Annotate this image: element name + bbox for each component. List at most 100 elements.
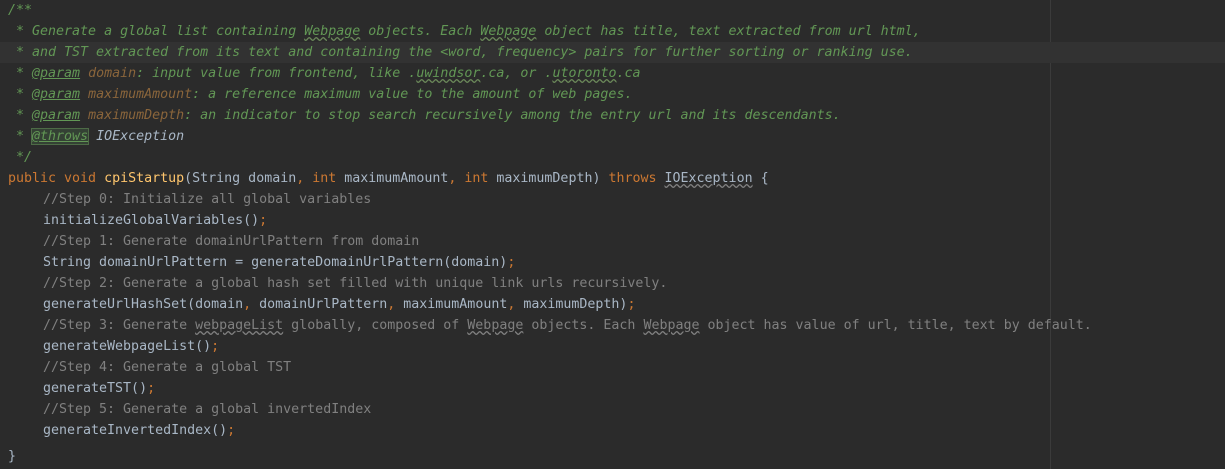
- javadoc-param-name: domain: [80, 66, 137, 81]
- exception-type: IOException: [664, 171, 753, 186]
- semicolon: ;: [211, 339, 220, 354]
- code-line[interactable]: */: [0, 147, 1225, 168]
- code-line[interactable]: }: [0, 446, 1225, 467]
- javadoc-param-tag: @param: [32, 66, 81, 81]
- method-call: generateUrlHashSet(domain: [43, 297, 244, 312]
- javadoc-param-line: * @param domain: input value from fronte…: [8, 63, 641, 84]
- method-call: generateTST(): [43, 381, 148, 396]
- line-comment: //Step 5: Generate a global invertedInde…: [43, 402, 372, 417]
- statement: generateTST();: [43, 378, 155, 399]
- throws-keyword: throws: [608, 171, 665, 186]
- code-line[interactable]: * @param maximumDepth: an indicator to s…: [0, 105, 1225, 126]
- javadoc-param-tag: @param: [32, 108, 81, 123]
- comment-text: globally, composed of: [283, 318, 468, 333]
- comma: ,: [387, 297, 404, 312]
- javadoc-star: *: [8, 129, 33, 144]
- code-line[interactable]: //Step 2: Generate a global hash set fil…: [0, 273, 1225, 294]
- javadoc-exception-name: IOException: [88, 129, 185, 144]
- code-editor[interactable]: /** * Generate a global list containing …: [0, 0, 1225, 469]
- code-line[interactable]: //Step 0: Initialize all global variable…: [0, 189, 1225, 210]
- javadoc-param-name: maximumAmount: [80, 87, 193, 102]
- line-comment: //Step 3: Generate webpageList globally,…: [43, 315, 1092, 336]
- type-keyword: int: [464, 171, 497, 186]
- code-line[interactable]: generateUrlHashSet(domain, domainUrlPatt…: [0, 294, 1225, 315]
- javadoc-text: : a reference maximum value to the amoun…: [192, 87, 633, 102]
- javadoc-star: *: [8, 87, 33, 102]
- javadoc-text: : an indicator to stop search recursivel…: [184, 108, 841, 123]
- javadoc-param-tag: @param: [32, 87, 81, 102]
- comma: ,: [448, 171, 465, 186]
- code-line[interactable]: * @throws IOException: [0, 126, 1225, 147]
- argument: maximumDepth): [523, 297, 628, 312]
- semicolon: ;: [227, 423, 236, 438]
- statement: generateWebpageList();: [43, 336, 219, 357]
- code-line[interactable]: initializeGlobalVariables();: [0, 210, 1225, 231]
- javadoc-line: * Generate a global list containing Webp…: [8, 21, 921, 42]
- comma: ,: [507, 297, 524, 312]
- javadoc-close: */: [8, 150, 33, 165]
- javadoc-star: *: [8, 66, 33, 81]
- semicolon: ;: [507, 255, 516, 270]
- code-line[interactable]: generateTST();: [0, 378, 1225, 399]
- javadoc-text: .ca: [616, 66, 641, 81]
- code-line[interactable]: //Step 4: Generate a global TST: [0, 357, 1225, 378]
- statement: generateInvertedIndex();: [43, 420, 235, 441]
- modifier-keywords: public void: [8, 171, 105, 186]
- comment-text-typo: Webpage: [643, 318, 700, 333]
- comment-text: object has value of url, title, text by …: [699, 318, 1092, 333]
- code-line[interactable]: * @param maximumAmount: a reference maxi…: [0, 84, 1225, 105]
- code-line[interactable]: String domainUrlPattern = generateDomain…: [0, 252, 1225, 273]
- javadoc-text-typo: utoronto: [552, 66, 617, 81]
- javadoc-star: *: [8, 108, 33, 123]
- code-line[interactable]: /**: [0, 0, 1225, 21]
- javadoc-throws-line: * @throws IOException: [8, 126, 184, 147]
- statement: generateUrlHashSet(domain, domainUrlPatt…: [43, 294, 635, 315]
- code-line[interactable]: * @param domain: input value from fronte…: [0, 63, 1225, 84]
- code-line-current[interactable]: * and TST extracted from its text and co…: [0, 42, 1225, 63]
- comma: ,: [243, 297, 260, 312]
- javadoc-text: objects. Each: [360, 24, 481, 39]
- method-call: generateInvertedIndex(): [43, 423, 228, 438]
- javadoc-throws-tag: @throws: [31, 128, 90, 145]
- javadoc-param-line: * @param maximumDepth: an indicator to s…: [8, 105, 841, 126]
- param-text: (String domain: [184, 171, 297, 186]
- line-comment: //Step 2: Generate a global hash set fil…: [43, 276, 668, 291]
- semicolon: ;: [259, 213, 268, 228]
- method-name: cpiStartup: [104, 171, 185, 186]
- javadoc-param-line: * @param maximumAmount: a reference maxi…: [8, 84, 632, 105]
- javadoc-text: object has title, text extracted from ur…: [536, 24, 921, 39]
- javadoc-text-typo: Webpage: [480, 24, 537, 39]
- line-comment: //Step 4: Generate a global TST: [43, 360, 292, 375]
- method-call: generateWebpageList(): [43, 339, 212, 354]
- javadoc-text: .ca, or .: [480, 66, 553, 81]
- type-keyword: int: [312, 171, 345, 186]
- code-line[interactable]: //Step 3: Generate webpageList globally,…: [0, 315, 1225, 336]
- javadoc-open: /**: [8, 3, 33, 18]
- javadoc-text: * Generate a global list containing: [8, 24, 305, 39]
- javadoc-param-name: maximumDepth: [80, 108, 185, 123]
- method-call: String domainUrlPattern = generateDomain…: [43, 255, 508, 270]
- javadoc-line: * and TST extracted from its text and co…: [8, 45, 913, 60]
- code-line[interactable]: * Generate a global list containing Webp…: [0, 21, 1225, 42]
- javadoc-text-typo: Webpage: [304, 24, 361, 39]
- statement: String domainUrlPattern = generateDomain…: [43, 252, 515, 273]
- code-line[interactable]: generateWebpageList();: [0, 336, 1225, 357]
- javadoc-text: : input value from frontend, like .: [136, 66, 417, 81]
- param-text: maximumDepth): [496, 171, 609, 186]
- code-line[interactable]: public void cpiStartup(String domain, in…: [0, 168, 1225, 189]
- code-line[interactable]: generateInvertedIndex();: [0, 420, 1225, 441]
- code-line[interactable]: //Step 5: Generate a global invertedInde…: [0, 399, 1225, 420]
- semicolon: ;: [147, 381, 156, 396]
- comment-text-typo: webpageList: [195, 318, 284, 333]
- code-line[interactable]: //Step 1: Generate domainUrlPattern from…: [0, 231, 1225, 252]
- comment-text: //Step 3: Generate: [43, 318, 196, 333]
- method-call: initializeGlobalVariables(): [43, 213, 260, 228]
- open-brace: {: [752, 171, 769, 186]
- semicolon: ;: [627, 297, 636, 312]
- comma: ,: [296, 171, 313, 186]
- argument: domainUrlPattern: [259, 297, 388, 312]
- line-comment: //Step 1: Generate domainUrlPattern from…: [43, 234, 420, 249]
- comment-text: objects. Each: [523, 318, 644, 333]
- param-text: maximumAmount: [344, 171, 449, 186]
- close-brace: }: [8, 449, 17, 464]
